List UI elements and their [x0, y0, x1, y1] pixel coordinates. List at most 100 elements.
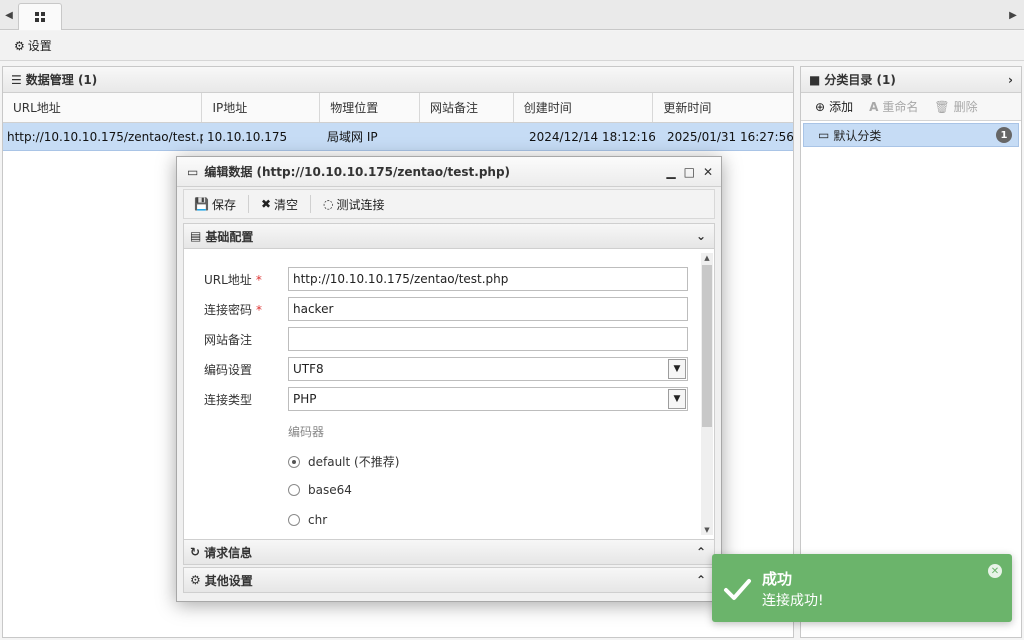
clear-button[interactable]: ✖ 清空 [260, 195, 312, 213]
dialog-toolbar: 💾 保存 ✖ 清空 ◌ 测试连接 [183, 189, 715, 219]
category-count-badge: 1 [996, 127, 1012, 143]
add-category-label: 添加 [829, 100, 854, 114]
basic-config-section-header[interactable]: ▤ 基础配置 ⌄ [183, 223, 715, 249]
encoding-select[interactable]: UTF8 ▼ [288, 357, 688, 381]
cell-location: 局域网 IP [327, 130, 378, 144]
url-label-wrap: URL地址 * [204, 271, 288, 288]
table-row[interactable]: http://10.10.10.175/zentao/test.php 10.1… [3, 123, 793, 151]
data-panel-title: 数据管理 (1) [25, 73, 98, 87]
tab-home[interactable] [18, 3, 62, 30]
column-header-note[interactable]: 网站备注 [420, 93, 514, 122]
type-row: 连接类型 [204, 387, 288, 411]
data-panel-header: ☰ 数据管理 (1) [3, 67, 793, 93]
cell-updated: 2025/01/31 16:27:56 [667, 129, 793, 144]
note-input[interactable] [288, 327, 688, 351]
url-input[interactable]: http://10.10.10.175/zentao/test.php [288, 267, 688, 291]
cell-note [421, 123, 515, 150]
scroll-down-icon[interactable]: ▼ [701, 525, 713, 535]
gears-icon: ⚙ [190, 573, 201, 587]
required-mark: * [255, 272, 262, 287]
trash-icon: 🗑 [934, 99, 950, 114]
column-header-updated[interactable]: 更新时间 [653, 93, 793, 122]
password-label: 连接密码 [204, 302, 253, 317]
note-row: 网站备注 [204, 327, 288, 351]
encoder-chr-label: chr [308, 513, 328, 527]
column-header-url[interactable]: URL地址 [3, 93, 203, 122]
column-header-location[interactable]: 物理位置 [320, 93, 420, 122]
dialog-title: 编辑数据 (http://10.10.10.175/zentao/test.ph… [204, 165, 511, 179]
add-category-button[interactable]: ⊕ 添加 [815, 98, 853, 115]
settings-button[interactable]: ⚙ 设置 [14, 37, 52, 54]
settings-toolbar: ⚙ 设置 [0, 31, 1024, 61]
other-settings-label: 其他设置 [204, 573, 253, 588]
other-settings-section-header[interactable]: ⚙ 其他设置 ⌃ [183, 567, 715, 593]
gear-icon: ⚙ [14, 38, 25, 53]
category-panel-title: 分类目录 (1) [824, 73, 896, 87]
save-button[interactable]: 💾 保存 [194, 195, 249, 213]
cell-url: http://10.10.10.175/zentao/test.php [7, 129, 203, 144]
x-icon: ✖ [260, 197, 272, 211]
window-icon: ▭ [187, 164, 199, 179]
radio-selected-icon [288, 455, 300, 468]
password-row: 连接密码 * [204, 297, 288, 321]
category-toolbar: ⊕ 添加 A 重命名 🗑 删除 [801, 93, 1021, 121]
close-icon[interactable]: ✕ [703, 165, 713, 179]
check-icon [724, 579, 751, 600]
chevron-right-icon[interactable]: › [1008, 73, 1013, 87]
chevron-up-icon: ⌃ [695, 573, 706, 587]
encoder-radio-chr[interactable]: chr [288, 513, 327, 527]
chevron-down-icon[interactable]: ▼ [668, 359, 686, 379]
rename-category-label: 重命名 [882, 100, 919, 114]
encoding-row: 编码设置 [204, 357, 288, 381]
type-select[interactable]: PHP ▼ [288, 387, 688, 411]
minimize-icon[interactable]: ▁ [666, 165, 675, 179]
save-icon: 💾 [194, 197, 209, 211]
encoder-default-label: default (不推荐) [308, 455, 400, 469]
scroll-thumb[interactable] [702, 265, 712, 427]
encoder-group-label: 编码器 [288, 425, 325, 439]
encoding-label: 编码设置 [204, 362, 253, 377]
column-header-ip[interactable]: IP地址 [202, 93, 321, 122]
refresh-icon: ↻ [190, 545, 201, 559]
plus-circle-icon: ⊕ [815, 99, 826, 114]
category-panel-header: ■ 分类目录 (1) › [801, 67, 1021, 93]
toast-close-icon[interactable]: ✕ [988, 564, 1002, 578]
maximize-icon[interactable]: □ [684, 165, 695, 179]
encoder-radio-default[interactable]: default (不推荐) [288, 453, 399, 470]
toast-message: 连接成功! [762, 593, 824, 609]
spinner-icon: ◌ [323, 197, 334, 211]
encoder-radio-base64[interactable]: base64 [288, 483, 352, 497]
request-info-section-header[interactable]: ↻ 请求信息 ⌃ [183, 539, 715, 565]
scroll-up-icon[interactable]: ▲ [701, 253, 713, 263]
tab-scroll-right-icon[interactable]: ▶ [1006, 4, 1020, 26]
dialog-titlebar[interactable]: ▭ 编辑数据 (http://10.10.10.175/zentao/test.… [177, 157, 721, 187]
cell-created: 2024/12/14 18:12:16 [529, 129, 655, 144]
encoder-base64-label: base64 [308, 483, 352, 497]
file-icon: ▤ [190, 229, 202, 243]
url-label: URL地址 [204, 272, 252, 287]
test-connection-label: 测试连接 [336, 197, 385, 212]
test-connection-button[interactable]: ◌ 测试连接 [323, 195, 397, 213]
save-label: 保存 [211, 197, 236, 212]
form-scrollbar[interactable]: ▲ ▼ [701, 253, 713, 535]
delete-category-button[interactable]: 🗑 删除 [934, 98, 977, 115]
settings-label: 设置 [27, 39, 52, 53]
tab-strip: ◀ ▶ [0, 0, 1024, 30]
category-item-default[interactable]: ▭ 默认分类 1 [803, 123, 1019, 147]
category-item-label: 默认分类 [833, 128, 882, 143]
clear-label: 清空 [274, 197, 299, 212]
tab-scroll-left-icon[interactable]: ◀ [2, 4, 16, 26]
chevron-down-icon[interactable]: ▼ [668, 389, 686, 409]
rename-category-button[interactable]: A 重命名 [869, 98, 918, 115]
url-row: URL地址 * [204, 267, 288, 291]
radio-unselected-icon [288, 514, 300, 526]
grid-icon [35, 12, 45, 22]
column-header-created[interactable]: 创建时间 [514, 93, 654, 122]
type-value: PHP [293, 392, 317, 406]
radio-unselected-icon [288, 484, 300, 496]
request-info-label: 请求信息 [204, 545, 253, 560]
data-grid-header: URL地址 IP地址 物理位置 网站备注 创建时间 更新时间 [3, 93, 793, 123]
basic-config-label: 基础配置 [205, 229, 254, 244]
category-panel: ■ 分类目录 (1) › ⊕ 添加 A 重命名 🗑 删除 ▭ 默认分类 1 [800, 66, 1022, 638]
password-input[interactable]: hacker [288, 297, 688, 321]
